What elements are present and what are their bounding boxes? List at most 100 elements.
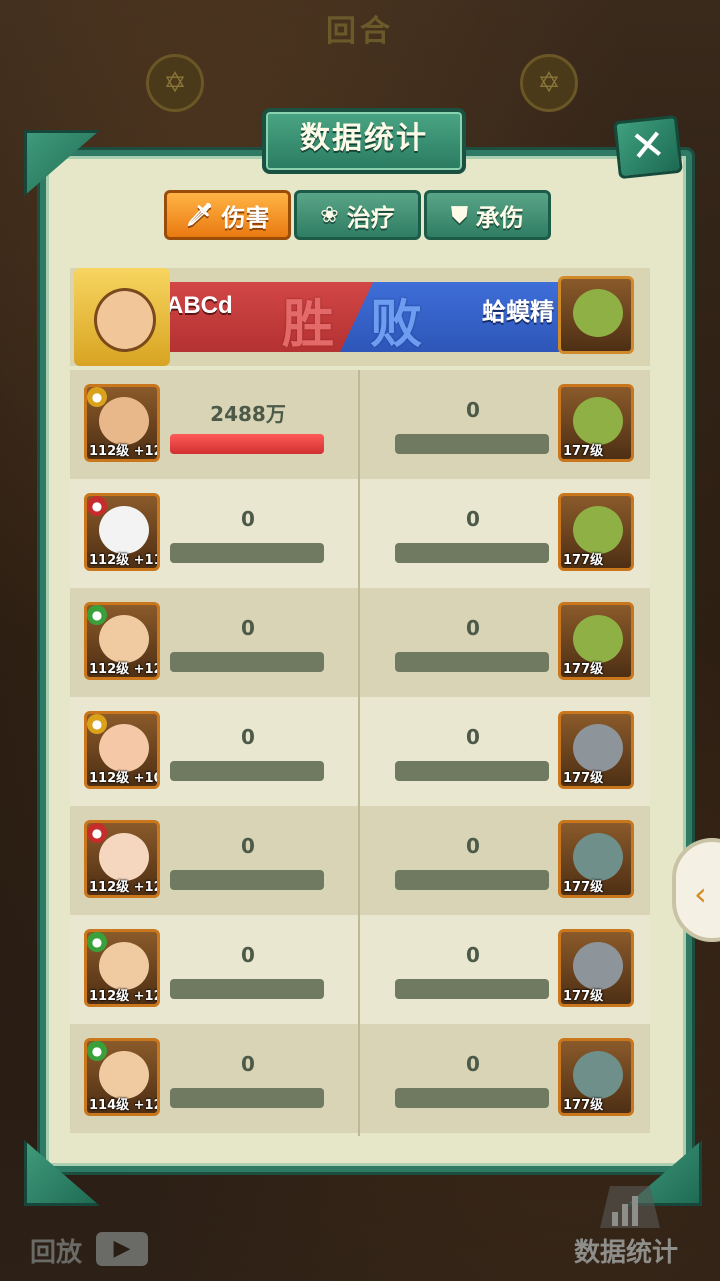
ally-damage-bar: [170, 979, 324, 999]
ally-damage-value: 0: [241, 834, 255, 858]
column-divider: [358, 370, 360, 1136]
tab-damage-taken[interactable]: ⛊ 承伤: [424, 190, 551, 240]
enemy-damage-bar: [395, 652, 549, 672]
enemy-level: 177级: [563, 880, 604, 895]
ally-damage-value: 0: [241, 725, 255, 749]
enemy-damage-bar: [395, 434, 549, 454]
ally-hero-portrait[interactable]: ● 112级 +10: [84, 711, 160, 789]
hero-stats-list: ● 112级 +12 2488万 0 177级 ● 112级 +11 0 0 1…: [70, 370, 650, 1133]
stats-button[interactable]: 数据统计: [574, 1232, 678, 1269]
shield-icon: ⛊: [451, 202, 468, 228]
ally-hero-portrait[interactable]: ● 112级 +12: [84, 602, 160, 680]
enemy-hero-portrait[interactable]: 177级: [558, 820, 634, 898]
damage-bar-fill: [170, 434, 324, 454]
element-badge-icon: ●: [87, 496, 107, 516]
replay-play-icon[interactable]: ▶: [96, 1232, 148, 1266]
ally-damage-bar: [170, 652, 324, 672]
enemy-damage-bar: [395, 543, 549, 563]
ally-damage-value: 2488万: [210, 402, 286, 426]
player-face-icon: [94, 288, 156, 352]
table-row: ● 112级 +11 0 0 177级: [70, 479, 650, 588]
enemy-level: 177级: [563, 989, 604, 1004]
ally-damage-bar: [170, 1088, 324, 1108]
hexagram-badge-icon: ✡: [520, 54, 578, 112]
ally-level: 112级 +12: [89, 880, 160, 895]
enemy-damage-bar: [395, 761, 549, 781]
enemy-damage-value: 0: [466, 507, 480, 531]
sword-icon: 🗡: [185, 202, 214, 228]
ally-damage-bar: [170, 761, 324, 781]
enemy-leader-portrait[interactable]: [558, 276, 634, 354]
enemy-damage-value: 0: [466, 725, 480, 749]
close-button[interactable]: ✕: [613, 114, 683, 180]
close-icon: ✕: [627, 119, 668, 172]
enemy-damage-bar: [395, 979, 549, 999]
ally-level: 112级 +12: [89, 444, 160, 459]
toad-portrait-icon: [573, 289, 623, 337]
player-avatar[interactable]: [74, 268, 170, 366]
element-badge-icon: ●: [87, 387, 107, 407]
ally-hero-portrait[interactable]: ● 112级 +12: [84, 929, 160, 1007]
table-row: ● 112级 +12 0 0 177级: [70, 588, 650, 697]
enemy-hero-portrait[interactable]: 177级: [558, 602, 634, 680]
hero-face-icon: [99, 833, 149, 881]
enemy-damage-value: 0: [466, 1052, 480, 1076]
ally-hero-portrait[interactable]: ● 112级 +12: [84, 820, 160, 898]
ally-level: 114级 +12: [89, 1098, 160, 1113]
enemy-face-icon: [573, 1051, 623, 1099]
element-badge-icon: ●: [87, 1041, 107, 1061]
tab-healing[interactable]: ❀ 治疗: [294, 190, 421, 240]
enemy-level: 177级: [563, 771, 604, 786]
win-label: 胜: [282, 295, 335, 355]
enemy-damage-value: 0: [466, 834, 480, 858]
ally-damage-bar: [170, 434, 324, 454]
lotus-icon: ❀: [320, 202, 339, 228]
enemy-damage-value: 0: [466, 943, 480, 967]
enemy-level: 177级: [563, 444, 604, 459]
enemy-face-icon: [573, 397, 623, 445]
replay-label[interactable]: 回放: [30, 1232, 82, 1269]
enemy-hero-portrait[interactable]: 177级: [558, 493, 634, 571]
table-row: ● 114级 +12 0 0 177级: [70, 1024, 650, 1133]
hexagram-badge-icon: ✡: [146, 54, 204, 112]
enemy-level: 177级: [563, 553, 604, 568]
ally-hero-portrait[interactable]: ● 112级 +11: [84, 493, 160, 571]
table-row: ● 112级 +12 0 0 177级: [70, 806, 650, 915]
player-name: ABCd: [166, 292, 233, 319]
enemy-damage-value: 0: [466, 616, 480, 640]
ally-hero-portrait[interactable]: ● 114级 +12: [84, 1038, 160, 1116]
table-row: ● 112级 +10 0 0 177级: [70, 697, 650, 806]
ally-damage-value: 0: [241, 616, 255, 640]
hero-face-icon: [99, 1051, 149, 1099]
enemy-hero-portrait[interactable]: 177级: [558, 384, 634, 462]
ally-damage-bar: [170, 543, 324, 563]
stats-tabs: 🗡 伤害 ❀ 治疗 ⛊ 承伤: [164, 190, 551, 240]
element-badge-icon: ●: [87, 932, 107, 952]
enemy-face-icon: [573, 833, 623, 881]
tab-damage[interactable]: 🗡 伤害: [164, 190, 291, 240]
enemy-level: 177级: [563, 1098, 604, 1113]
enemy-hero-portrait[interactable]: 177级: [558, 1038, 634, 1116]
hero-face-icon: [99, 506, 149, 554]
hero-face-icon: [99, 615, 149, 663]
enemy-hero-portrait[interactable]: 177级: [558, 711, 634, 789]
enemy-damage-bar: [395, 1088, 549, 1108]
table-row: ● 112级 +12 0 0 177级: [70, 915, 650, 1024]
lose-label: 败: [370, 295, 423, 355]
hero-face-icon: [99, 397, 149, 445]
enemy-damage-bar: [395, 870, 549, 890]
table-row: ● 112级 +12 2488万 0 177级: [70, 370, 650, 479]
tab-label: 伤害: [221, 203, 270, 232]
ally-hero-portrait[interactable]: ● 112级 +12: [84, 384, 160, 462]
enemy-face-icon: [573, 942, 623, 990]
round-label: 回合: [326, 14, 394, 49]
ally-damage-value: 0: [241, 507, 255, 531]
enemy-hero-portrait[interactable]: 177级: [558, 929, 634, 1007]
ally-level: 112级 +10: [89, 771, 160, 786]
ally-level: 112级 +11: [89, 553, 160, 568]
element-badge-icon: ●: [87, 823, 107, 843]
ally-damage-value: 0: [241, 1052, 255, 1076]
enemy-face-icon: [573, 506, 623, 554]
ally-level: 112级 +12: [89, 662, 160, 677]
enemy-damage-value: 0: [466, 398, 480, 422]
